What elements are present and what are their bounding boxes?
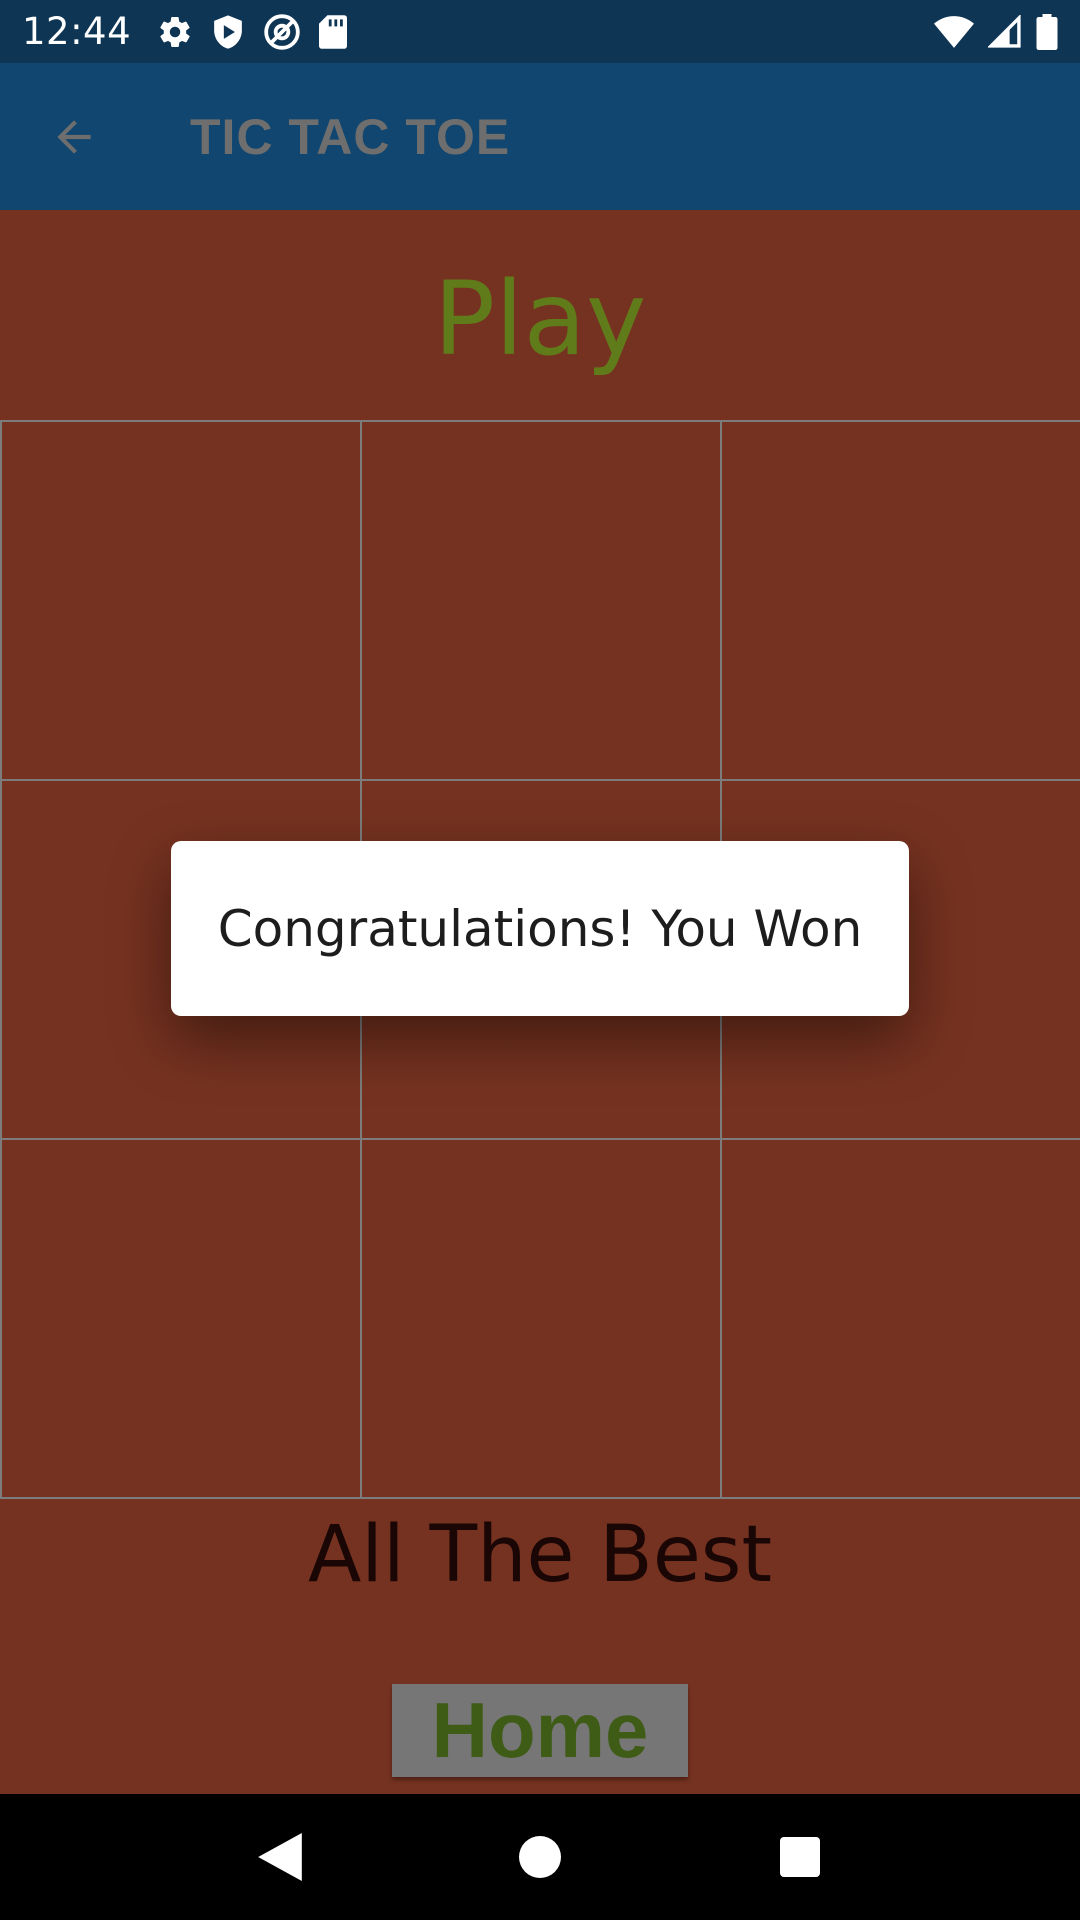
battery-icon [1036, 13, 1058, 50]
status-bar: 12:44 [0, 0, 1080, 63]
screen: 12:44 TIC TAC TOE Play All The Best Home… [0, 0, 1080, 1920]
board-cell-3[interactable] [720, 420, 1080, 781]
settings-icon [157, 14, 193, 50]
shield-play-icon [211, 14, 245, 50]
home-button[interactable]: Home [392, 1684, 688, 1777]
status-time: 12:44 [22, 10, 132, 53]
home-circle-icon [519, 1836, 561, 1878]
back-button[interactable] [24, 87, 124, 187]
board-cell-8[interactable] [360, 1138, 722, 1499]
board-cell-2[interactable] [360, 420, 722, 781]
board-cell-7[interactable] [0, 1138, 362, 1499]
board-cell-1[interactable] [0, 420, 362, 781]
app-title: TIC TAC TOE [190, 108, 511, 165]
wifi-icon [934, 15, 974, 48]
status-icons-left [157, 13, 348, 51]
tagline: All The Best [307, 1510, 773, 1600]
arrow-back-icon [57, 119, 91, 154]
nav-home-button[interactable] [495, 1812, 585, 1902]
sd-card-icon [319, 14, 348, 49]
nav-back-button[interactable] [235, 1812, 325, 1902]
nav-bar [0, 1794, 1080, 1920]
play-heading: Play [433, 260, 647, 379]
win-dialog[interactable]: Congratulations! You Won [171, 841, 909, 1016]
dialog-message: Congratulations! You Won [217, 899, 863, 958]
back-triangle-icon [258, 1833, 302, 1881]
recents-square-icon [780, 1837, 820, 1877]
status-icons-right [934, 13, 1058, 50]
nav-recents-button[interactable] [755, 1812, 845, 1902]
board-cell-9[interactable] [720, 1138, 1080, 1499]
app-bar: TIC TAC TOE [0, 63, 1080, 210]
cell-signal-icon [988, 14, 1022, 49]
at-sign-icon [263, 13, 301, 51]
